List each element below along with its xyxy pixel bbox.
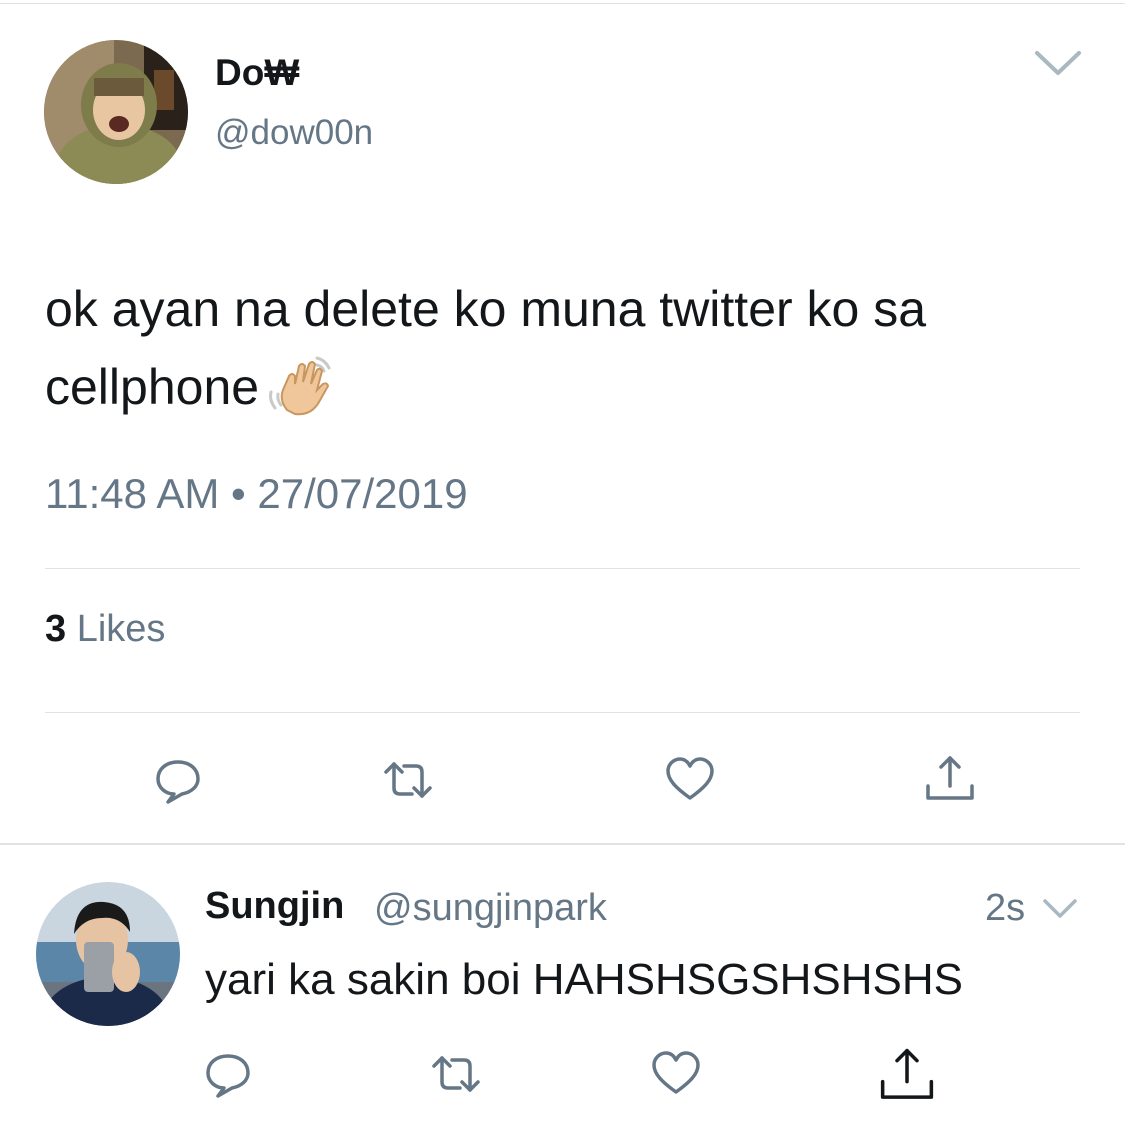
author-name[interactable]: Do₩ bbox=[215, 52, 299, 94]
share-icon[interactable] bbox=[876, 1044, 938, 1106]
reply-icon[interactable] bbox=[200, 1046, 256, 1102]
likes-label: Likes bbox=[76, 608, 166, 650]
tweet-text: ok ayan na delete ko muna twitter ko sa … bbox=[45, 270, 1095, 440]
reply-text: yari ka sakin boi HAHSHSGSHSHSHS bbox=[205, 955, 964, 1004]
tweet-timestamp[interactable]: 11:48 AM • 27/07/2019 bbox=[45, 470, 468, 518]
avatar[interactable] bbox=[44, 40, 188, 184]
divider bbox=[45, 568, 1080, 569]
divider bbox=[45, 712, 1080, 713]
waving-hand-emoji bbox=[265, 354, 337, 440]
tweet-body: ok ayan na delete ko muna twitter ko sa … bbox=[45, 281, 927, 415]
retweet-icon[interactable] bbox=[380, 752, 436, 808]
likes-count[interactable]: 3 Likes bbox=[45, 608, 165, 651]
reply-icon[interactable] bbox=[150, 752, 206, 808]
top-divider bbox=[0, 3, 1125, 4]
likes-number: 3 bbox=[45, 608, 67, 650]
share-icon[interactable] bbox=[922, 752, 978, 808]
reply-author-handle[interactable]: @sungjinpark bbox=[374, 887, 607, 930]
like-icon[interactable] bbox=[648, 1046, 704, 1102]
retweet-icon[interactable] bbox=[428, 1046, 484, 1102]
section-divider bbox=[0, 843, 1125, 845]
like-icon[interactable] bbox=[662, 752, 718, 808]
reply-avatar[interactable] bbox=[36, 882, 180, 1026]
chevron-down-icon[interactable] bbox=[1042, 897, 1078, 921]
author-handle[interactable]: @dow00n bbox=[215, 113, 373, 153]
reply-author-name[interactable]: Sungjin bbox=[205, 885, 344, 928]
reply-time[interactable]: 2s bbox=[985, 887, 1025, 930]
chevron-down-icon[interactable] bbox=[1034, 48, 1082, 78]
